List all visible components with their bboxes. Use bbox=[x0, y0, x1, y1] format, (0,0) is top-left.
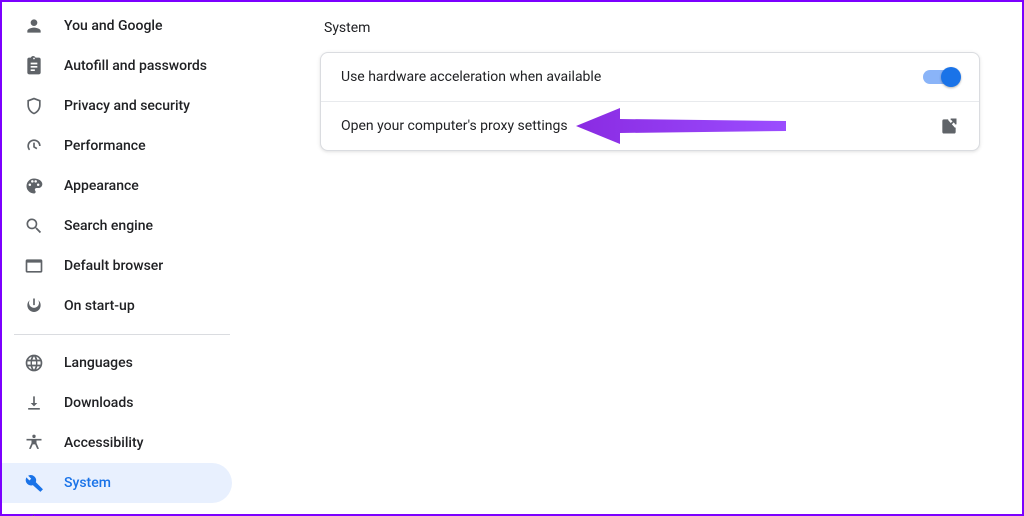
sidebar-item-system[interactable]: System bbox=[2, 463, 232, 503]
shield-icon bbox=[24, 96, 44, 116]
sidebar-item-label: Performance bbox=[64, 138, 146, 154]
download-icon bbox=[24, 393, 44, 413]
sidebar-item-you-and-google[interactable]: You and Google bbox=[2, 6, 232, 46]
sidebar-item-languages[interactable]: Languages bbox=[2, 343, 232, 383]
sidebar-item-on-start-up[interactable]: On start-up bbox=[2, 286, 232, 326]
palette-icon bbox=[24, 176, 44, 196]
gauge-icon bbox=[24, 136, 44, 156]
hardware-acceleration-toggle[interactable] bbox=[923, 70, 959, 84]
globe-icon bbox=[24, 353, 44, 373]
search-icon bbox=[24, 216, 44, 236]
sidebar-item-label: Languages bbox=[64, 355, 133, 371]
accessibility-icon bbox=[24, 433, 44, 453]
row-label: Open your computer's proxy settings bbox=[341, 118, 568, 134]
external-link-icon bbox=[939, 116, 959, 136]
sidebar-item-label: Default browser bbox=[64, 258, 163, 274]
row-label: Use hardware acceleration when available bbox=[341, 69, 601, 85]
person-icon bbox=[24, 16, 44, 36]
sidebar-item-label: System bbox=[64, 475, 111, 491]
sidebar-item-privacy[interactable]: Privacy and security bbox=[2, 86, 232, 126]
sidebar-item-label: Privacy and security bbox=[64, 98, 190, 114]
sidebar-item-reset-settings[interactable]: Reset settings bbox=[2, 503, 232, 516]
settings-sidebar: You and Google Autofill and passwords Pr… bbox=[2, 2, 242, 514]
row-proxy-settings[interactable]: Open your computer's proxy settings bbox=[321, 101, 979, 150]
sidebar-item-label: On start-up bbox=[64, 298, 135, 314]
sidebar-item-default-browser[interactable]: Default browser bbox=[2, 246, 232, 286]
system-settings-card: Use hardware acceleration when available… bbox=[320, 52, 980, 151]
sidebar-item-search-engine[interactable]: Search engine bbox=[2, 206, 232, 246]
sidebar-item-label: You and Google bbox=[64, 18, 162, 34]
sidebar-item-accessibility[interactable]: Accessibility bbox=[2, 423, 232, 463]
sidebar-item-appearance[interactable]: Appearance bbox=[2, 166, 232, 206]
wrench-icon bbox=[24, 473, 44, 493]
sidebar-item-label: Autofill and passwords bbox=[64, 58, 207, 74]
sidebar-divider bbox=[14, 334, 230, 335]
clipboard-icon bbox=[24, 56, 44, 76]
row-hardware-acceleration[interactable]: Use hardware acceleration when available bbox=[321, 53, 979, 101]
section-title: System bbox=[324, 20, 980, 36]
browser-icon bbox=[24, 256, 44, 276]
sidebar-item-label: Search engine bbox=[64, 218, 153, 234]
sidebar-item-label: Downloads bbox=[64, 395, 133, 411]
sidebar-item-label: Accessibility bbox=[64, 435, 143, 451]
sidebar-item-label: Appearance bbox=[64, 178, 139, 194]
sidebar-item-downloads[interactable]: Downloads bbox=[2, 383, 232, 423]
sidebar-item-performance[interactable]: Performance bbox=[2, 126, 232, 166]
sidebar-item-autofill[interactable]: Autofill and passwords bbox=[2, 46, 232, 86]
settings-main: System Use hardware acceleration when av… bbox=[242, 2, 1022, 514]
power-icon bbox=[24, 296, 44, 316]
